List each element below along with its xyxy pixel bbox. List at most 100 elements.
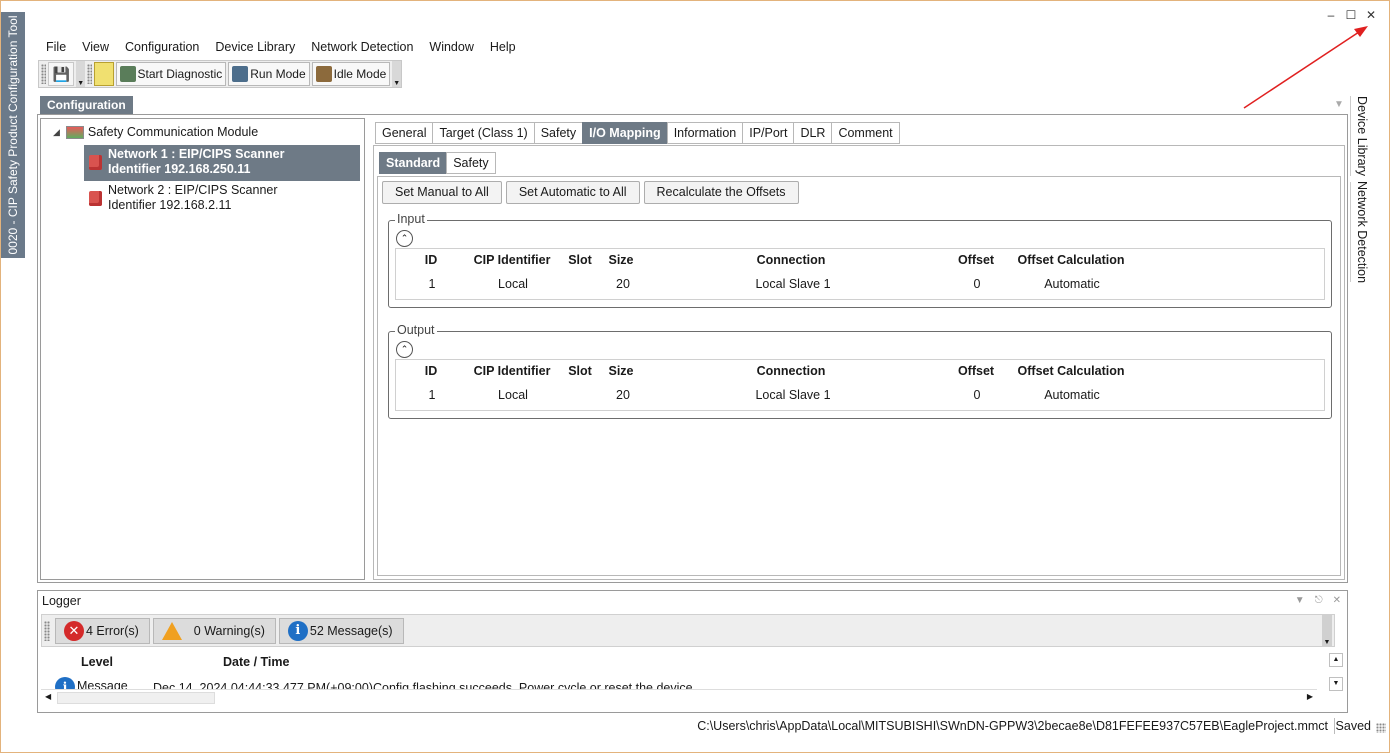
col-level[interactable]: Level (81, 655, 113, 669)
network-icon (89, 191, 102, 206)
run-icon (232, 66, 249, 82)
col-id[interactable]: ID (425, 364, 438, 378)
panel-menu-icon[interactable]: ▼ (1295, 595, 1305, 606)
start-diagnostic-button[interactable]: Start Diagnostic (115, 62, 227, 86)
module-icon (65, 125, 84, 139)
io-mapping-content: Standard Safety Set Manual to All Set Au… (373, 145, 1345, 580)
menu-device-library[interactable]: Device Library (207, 38, 303, 58)
menu-view[interactable]: View (74, 38, 117, 58)
menu-network-detection[interactable]: Network Detection (303, 38, 421, 58)
mapping-actions: Set Manual to All Set Automatic to All R… (382, 181, 799, 204)
menu-configuration[interactable]: Configuration (117, 38, 207, 58)
tab-ip-port[interactable]: IP/Port (742, 122, 794, 144)
tree-root-label: Safety Communication Module (87, 125, 259, 139)
tab-dlr[interactable]: DLR (793, 122, 832, 144)
col-offset-calculation[interactable]: Offset Calculation (1018, 364, 1125, 378)
idle-mode-button[interactable]: Idle Mode (311, 62, 391, 86)
col-id[interactable]: ID (425, 253, 438, 267)
close-icon[interactable]: ✕ (1333, 595, 1341, 606)
col-cip-identifier[interactable]: CIP Identifier (474, 253, 551, 267)
col-datetime[interactable]: Date / Time (223, 655, 289, 669)
messages-filter-button[interactable]: i 52 Message(s) (278, 617, 404, 644)
tab-target-class-1[interactable]: Target (Class 1) (432, 122, 534, 144)
logger-filter-bar: ✕ 4 Error(s) 0 Warning(s) i 52 Message(s… (41, 614, 1335, 647)
menu-bar: File View Configuration Device Library N… (38, 38, 524, 58)
minimize-icon[interactable]: – (1324, 8, 1338, 22)
col-offset-calculation[interactable]: Offset Calculation (1018, 253, 1125, 267)
property-tabs: General Target (Class 1) Safety I/O Mapp… (375, 122, 900, 144)
network-icon (89, 155, 102, 170)
collapse-input-icon[interactable]: ⌃ (396, 230, 413, 247)
scroll-right-icon[interactable]: ▶ (1307, 692, 1313, 701)
window-controls: – ☐ ✕ (1324, 8, 1378, 22)
flash-config-icon[interactable] (94, 62, 114, 86)
recalculate-offsets-button[interactable]: Recalculate the Offsets (643, 181, 799, 204)
input-grid: ID CIP Identifier Slot Size Connection O… (395, 248, 1325, 300)
grid-header: ID CIP Identifier Slot Size Connection O… (396, 360, 1324, 384)
toolbar-dropdown[interactable]: ▼ (392, 61, 401, 87)
tab-io-mapping[interactable]: I/O Mapping (582, 122, 667, 144)
col-offset[interactable]: Offset (958, 364, 994, 378)
subtab-standard[interactable]: Standard (379, 152, 447, 174)
device-tree: ◢ Safety Communication Module Network 1 … (40, 118, 365, 580)
col-slot[interactable]: Slot (568, 364, 592, 378)
col-connection[interactable]: Connection (757, 364, 826, 378)
menu-file[interactable]: File (38, 38, 74, 58)
errors-filter-button[interactable]: ✕ 4 Error(s) (55, 617, 150, 644)
logger-controls: ▼ ⎋ ✕ (1295, 595, 1341, 606)
tab-information[interactable]: Information (666, 122, 743, 144)
logger-horizontal-scrollbar[interactable]: ◀ ▶ (41, 689, 1317, 705)
subtab-safety[interactable]: Safety (446, 152, 496, 174)
col-size[interactable]: Size (608, 364, 633, 378)
warnings-filter-button[interactable]: 0 Warning(s) (152, 617, 276, 644)
output-group-label: Output (395, 323, 437, 337)
col-slot[interactable]: Slot (568, 253, 592, 267)
toolbar-dropdown[interactable]: ▼ (1322, 615, 1332, 646)
scroll-up-icon[interactable]: ▲ (1329, 653, 1343, 667)
toolbar-grip[interactable] (87, 64, 93, 84)
panel-menu-icon[interactable]: ▼ (1334, 99, 1344, 110)
pin-icon[interactable]: ⎋ (1315, 595, 1323, 606)
output-group: Output ⌃ ID CIP Identifier Slot Size Con… (388, 323, 1332, 419)
tree-root[interactable]: ◢ Safety Communication Module (53, 125, 258, 139)
tab-safety[interactable]: Safety (533, 122, 583, 144)
col-connection[interactable]: Connection (757, 253, 826, 267)
toolbar-grip[interactable] (41, 64, 47, 84)
set-automatic-button[interactable]: Set Automatic to All (505, 181, 640, 204)
resize-grip[interactable] (1376, 723, 1386, 733)
scroll-left-icon[interactable]: ◀ (45, 692, 51, 701)
table-row[interactable]: 1 Local 20 Local Slave 1 0 Automatic (396, 384, 1324, 408)
device-properties-panel: General Target (Class 1) Safety I/O Mapp… (372, 118, 1346, 580)
col-offset[interactable]: Offset (958, 253, 994, 267)
run-mode-button[interactable]: Run Mode (228, 62, 310, 86)
table-row[interactable]: 1 Local 20 Local Slave 1 0 Automatic (396, 273, 1324, 297)
scroll-down-icon[interactable]: ▼ (1329, 677, 1343, 691)
expand-arrow-icon[interactable]: ◢ (53, 127, 60, 138)
menu-help[interactable]: Help (482, 38, 524, 58)
input-group-label: Input (395, 212, 427, 226)
dock-tab-device-library[interactable]: Device Library (1350, 96, 1372, 176)
app-title-sidebar: 0020 - CIP Safety Product Configuration … (1, 12, 25, 258)
logger-vertical-scrollbar[interactable]: ▲ ▼ (1329, 653, 1345, 701)
toolbar-grip[interactable] (44, 620, 50, 641)
toolbar-dropdown[interactable]: ▼ (76, 61, 86, 87)
set-manual-button[interactable]: Set Manual to All (382, 181, 502, 204)
maximize-icon[interactable]: ☐ (1344, 8, 1358, 22)
tree-node-network-1[interactable]: Network 1 : EIP/CIPS Scanner Identifier … (84, 145, 360, 181)
close-icon[interactable]: ✕ (1364, 8, 1378, 22)
collapse-output-icon[interactable]: ⌃ (396, 341, 413, 358)
warning-icon (161, 621, 182, 640)
tab-general[interactable]: General (375, 122, 433, 144)
standard-content: Set Manual to All Set Automatic to All R… (377, 176, 1341, 576)
scroll-thumb[interactable] (57, 692, 215, 704)
col-cip-identifier[interactable]: CIP Identifier (474, 364, 551, 378)
tab-comment[interactable]: Comment (831, 122, 900, 144)
save-icon[interactable]: 💾 (48, 62, 75, 86)
configuration-panel-title[interactable]: Configuration (40, 96, 133, 114)
grid-header: ID CIP Identifier Slot Size Connection O… (396, 249, 1324, 273)
dock-tab-network-detection[interactable]: Network Detection (1350, 181, 1372, 283)
tree-node-network-2[interactable]: Network 2 : EIP/CIPS Scanner Identifier … (84, 181, 360, 217)
menu-window[interactable]: Window (421, 38, 481, 58)
error-icon: ✕ (64, 620, 84, 641)
col-size[interactable]: Size (608, 253, 633, 267)
